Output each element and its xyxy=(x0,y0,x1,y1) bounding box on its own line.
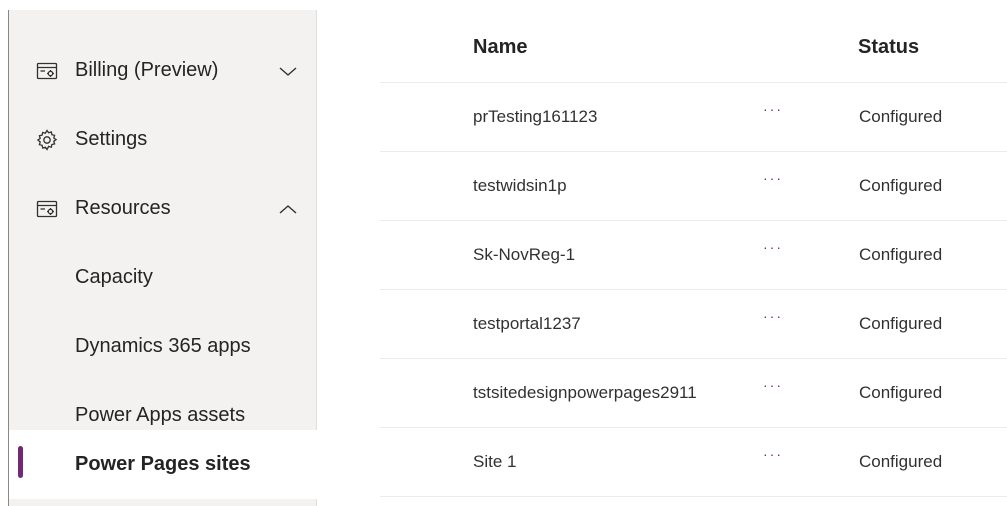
chevron-up-icon[interactable] xyxy=(277,198,299,220)
nav-item-label: Billing (Preview) xyxy=(75,59,219,81)
left-navigation: Billing (Preview) Settings Resources Cap… xyxy=(8,10,317,506)
more-options-icon[interactable]: ··· xyxy=(763,309,783,323)
site-name[interactable]: testportal1237 xyxy=(473,314,581,334)
nav-item-label: Power Apps assets xyxy=(75,404,246,426)
column-header-name[interactable]: Name xyxy=(473,36,527,59)
resources-icon xyxy=(36,200,58,217)
nav-item-label: Settings xyxy=(75,128,148,150)
site-name[interactable]: testwidsin1p xyxy=(473,176,567,196)
site-status: Configured xyxy=(859,452,943,471)
site-status: Configured xyxy=(859,176,943,195)
table-row[interactable]: prTesting161123 ··· Configured xyxy=(380,83,1007,152)
nav-item-dynamics-365-apps[interactable]: Dynamics 365 apps xyxy=(9,312,317,381)
sites-list: Name Status prTesting161123 ··· Configur… xyxy=(317,0,1007,506)
nav-item-label: Resources xyxy=(75,197,171,219)
nav-item-label: Capacity xyxy=(75,266,153,288)
nav-item-label: Dynamics 365 apps xyxy=(75,335,251,357)
more-options-icon[interactable]: ··· xyxy=(763,171,783,185)
site-status: Configured xyxy=(859,314,943,333)
site-name[interactable]: Site 1 xyxy=(473,452,516,472)
site-status: Configured xyxy=(859,245,943,264)
table-row[interactable]: testwidsin1p ··· Configured xyxy=(380,152,1007,221)
site-status: Configured xyxy=(859,383,943,402)
table-row[interactable]: tstsitedesignpowerpages2911 ··· Configur… xyxy=(380,359,1007,428)
chevron-down-icon[interactable] xyxy=(277,60,299,82)
billing-icon xyxy=(36,62,58,79)
gear-icon xyxy=(36,128,58,151)
nav-item-label: Power Pages sites xyxy=(75,453,251,475)
more-options-icon[interactable]: ··· xyxy=(763,102,783,116)
table-row[interactable]: Site 1 ··· Configured xyxy=(380,428,1007,497)
more-options-icon[interactable]: ··· xyxy=(763,447,783,461)
site-name[interactable]: prTesting161123 xyxy=(473,107,597,127)
site-status: Configured xyxy=(859,107,943,126)
nav-item-resources[interactable]: Resources xyxy=(9,174,317,243)
nav-item-billing[interactable]: Billing (Preview) xyxy=(9,36,317,105)
more-options-icon[interactable]: ··· xyxy=(763,240,783,254)
table-row[interactable]: Sk-NovReg-1 ··· Configured xyxy=(380,221,1007,290)
column-header-status[interactable]: Status xyxy=(858,36,919,59)
site-name[interactable]: Sk-NovReg-1 xyxy=(473,245,575,265)
nav-item-settings[interactable]: Settings xyxy=(9,105,317,174)
table-row[interactable]: testportal1237 ··· Configured xyxy=(380,290,1007,359)
site-name[interactable]: tstsitedesignpowerpages2911 xyxy=(473,383,697,403)
nav-item-capacity[interactable]: Capacity xyxy=(9,243,317,312)
nav-item-power-pages-sites[interactable]: Power Pages sites xyxy=(9,430,317,499)
selected-indicator xyxy=(18,446,23,478)
more-options-icon[interactable]: ··· xyxy=(763,378,783,392)
